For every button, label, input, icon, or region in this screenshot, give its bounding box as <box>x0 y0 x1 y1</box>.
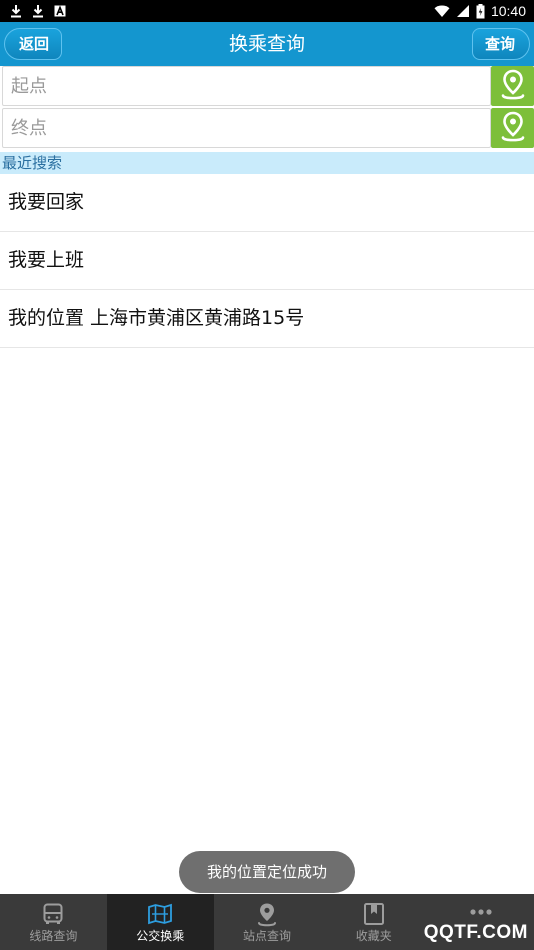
tab-label: 收藏夹 <box>355 929 392 943</box>
page-title: 换乘查询 <box>228 33 305 55</box>
recent-item-go-to-work[interactable]: 我要上班 <box>0 232 534 290</box>
end-location-button[interactable] <box>491 108 534 148</box>
end-input[interactable] <box>2 108 491 148</box>
bus-icon <box>43 903 63 924</box>
watermark: QQTF.COM <box>423 922 528 943</box>
wifi-icon <box>434 5 450 17</box>
tab-label: 站点查询 <box>242 929 291 943</box>
tab-line-query[interactable]: 线路查询 <box>0 894 107 950</box>
tab-station-query[interactable]: 站点查询 <box>214 894 321 950</box>
status-bar: 10:40 <box>0 0 534 22</box>
title-bar: 换乘查询 返回 查询 <box>0 22 534 66</box>
location-pin-icon <box>501 111 524 142</box>
toast-message: 我的位置定位成功 <box>179 851 355 893</box>
signal-icon <box>456 5 469 17</box>
query-button[interactable]: 查询 <box>471 28 530 60</box>
recent-search-list: 我要回家 我要上班 我的位置 上海市黄浦区黄浦路15号 <box>0 174 534 348</box>
tab-transfer[interactable]: 公交换乘 <box>106 894 214 950</box>
recent-item-my-location[interactable]: 我的位置 上海市黄浦区黄浦路15号 <box>0 290 534 348</box>
location-pin-icon <box>501 69 524 100</box>
recent-search-header: 最近搜索 <box>0 152 534 174</box>
tab-label: 线路查询 <box>29 929 78 943</box>
back-button[interactable]: 返回 <box>4 28 63 60</box>
start-row <box>0 66 534 106</box>
end-row <box>0 108 534 148</box>
start-location-button[interactable] <box>491 66 534 106</box>
bookmark-icon <box>363 903 384 925</box>
tab-favorites[interactable]: 收藏夹 <box>320 894 427 950</box>
clock: 10:40 <box>490 3 526 19</box>
location-pin-icon <box>257 903 276 927</box>
start-input[interactable] <box>2 66 491 106</box>
battery-icon <box>476 3 485 18</box>
recent-item-go-home[interactable]: 我要回家 <box>0 174 534 232</box>
tab-label: 公交换乘 <box>136 929 185 943</box>
app-notification-icon <box>54 5 66 17</box>
download-icon <box>11 5 21 18</box>
download-icon <box>33 5 43 18</box>
map-icon <box>148 903 173 925</box>
